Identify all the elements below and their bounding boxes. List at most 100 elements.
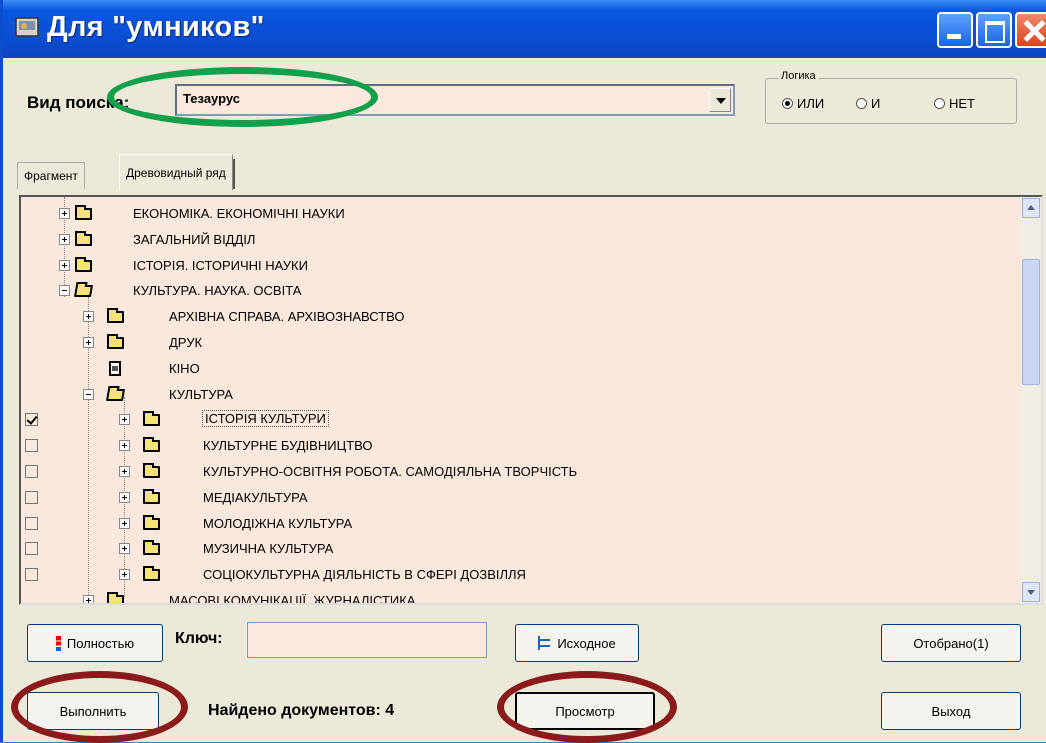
folder-icon <box>107 334 124 349</box>
expand-icon[interactable] <box>59 259 70 271</box>
logic-radio-or[interactable]: ИЛИ <box>782 96 824 111</box>
tree-item-label: КУЛЬТУРА. НАУКА. ОСВІТА <box>133 283 302 299</box>
tree-item-label: МАСОВІ КОМУНІКАЦІЇ. ЖУРНАЛІСТИКА <box>169 593 416 605</box>
thesaurus-tree[interactable]: ЕКОНОМІКА. ЕКОНОМІЧНІ НАУКИ ЗАГАЛЬНИЙ ВІД… <box>19 195 1043 605</box>
key-input[interactable] <box>247 622 487 658</box>
folder-icon <box>143 437 160 453</box>
tree-item-checkbox[interactable] <box>25 490 38 504</box>
tree-item[interactable]: КІНО <box>21 356 1011 382</box>
tree-icon <box>538 636 552 650</box>
folder-icon <box>143 488 160 504</box>
expand-icon[interactable] <box>59 233 70 245</box>
tree-item-label: МЕДІАКУЛЬТУРА <box>203 489 308 505</box>
scroll-thumb[interactable] <box>1022 259 1040 385</box>
tree-item-label: ЕКОНОМІКА. ЕКОНОМІЧНІ НАУКИ <box>133 206 345 221</box>
tree-item-label: МУЗИЧНА КУЛЬТУРА <box>203 541 334 557</box>
logic-radio-and[interactable]: И <box>856 96 880 111</box>
window-title: Для "умников" <box>47 11 265 43</box>
found-documents-label: Найдено документов: 4 <box>208 702 395 719</box>
expand-icon[interactable] <box>59 208 70 219</box>
app-window: Для "умников" Вид поиска: Тезаурус Логик… <box>0 0 1046 743</box>
tree-item[interactable]: ЗАГАЛЬНИЙ ВІДДІЛ <box>21 227 1011 253</box>
expand-icon[interactable] <box>119 414 130 426</box>
expand-icon[interactable] <box>119 543 130 555</box>
tree-item[interactable]: СОЦІОКУЛЬТУРНА ДІЯЛЬНІСТЬ В СФЕРІ ДОЗВІЛ… <box>21 562 1011 588</box>
tree-item-label: СОЦІОКУЛЬТУРНА ДІЯЛЬНІСТЬ В СФЕРІ ДОЗВІЛ… <box>203 567 526 583</box>
tree-item-label: МОЛОДІЖНА КУЛЬТУРА <box>203 515 353 531</box>
title-bar[interactable]: Для "умников" <box>3 0 1046 58</box>
tree-item[interactable]: КУЛЬТУРА <box>21 382 1011 408</box>
expand-all-button[interactable]: Полностью <box>27 624 163 662</box>
tree-item-label: ДРУК <box>169 335 203 350</box>
folder-icon <box>75 205 92 220</box>
expand-icon[interactable] <box>83 311 94 323</box>
expand-icon[interactable] <box>119 569 130 581</box>
scroll-down-button[interactable] <box>1022 582 1040 602</box>
expand-icon[interactable] <box>83 337 94 348</box>
folder-icon <box>143 411 160 427</box>
collapse-icon[interactable] <box>83 388 94 400</box>
tree-item-checkbox[interactable] <box>25 465 38 478</box>
tab-tree-view[interactable]: Древовидный ряд <box>119 154 235 190</box>
folder-icon <box>143 463 160 478</box>
expand-icon[interactable] <box>119 440 130 452</box>
logic-legend: Логика <box>778 70 819 82</box>
collapse-icon[interactable] <box>59 285 70 297</box>
key-label: Ключ: <box>175 630 223 647</box>
tree-item[interactable]: КУЛЬТУРНЕ БУДІВНИЦТВО <box>21 433 1011 459</box>
minimize-button[interactable] <box>937 12 973 48</box>
tree-item[interactable]: КУЛЬТУРНО-ОСВІТНЯ РОБОТА. САМОДІЯЛЬНА ТВ… <box>21 459 1011 485</box>
source-button[interactable]: Исходное <box>515 624 639 662</box>
tree-item-label: АРХІВНА СПРАВА. АРХІВОЗНАВСТВО <box>169 309 405 325</box>
tree-item-label: КУЛЬТУРНО-ОСВІТНЯ РОБОТА. САМОДІЯЛЬНА ТВ… <box>203 464 578 479</box>
tree-item-checkbox[interactable] <box>25 568 38 582</box>
folder-icon <box>143 514 160 530</box>
highlight-oval-execute <box>11 671 188 743</box>
maximize-button[interactable] <box>976 12 1012 48</box>
tree-item[interactable]: МАСОВІ КОМУНІКАЦІЇ. ЖУРНАЛІСТИКА <box>21 588 1011 605</box>
logic-option-label: И <box>871 96 881 111</box>
radio-dot[interactable] <box>934 98 945 109</box>
app-icon <box>15 17 39 37</box>
tree-item[interactable]: ІСТОРІЯ КУЛЬТУРИ <box>21 407 1011 433</box>
expand-icon[interactable] <box>83 595 94 603</box>
tree-item[interactable]: ІСТОРІЯ. ІСТОРИЧНІ НАУКИ <box>21 253 1011 279</box>
chevron-down-icon[interactable] <box>709 88 731 112</box>
tree-item-checkbox[interactable] <box>25 413 38 427</box>
tree-item-label: ІСТОРІЯ КУЛЬТУРИ <box>202 410 329 428</box>
tree-item[interactable]: ДРУК <box>21 330 1011 356</box>
tree-item[interactable]: КУЛЬТУРА. НАУКА. ОСВІТА <box>21 278 1011 304</box>
radio-dot[interactable] <box>782 98 793 109</box>
folder-icon <box>75 230 92 246</box>
logic-option-label: ИЛИ <box>797 96 825 111</box>
tree-item-checkbox[interactable] <box>25 542 38 556</box>
logic-radio-not[interactable]: НЕТ <box>934 96 975 111</box>
folder-icon <box>143 566 160 582</box>
tab-fragment[interactable]: Фрагмент <box>17 162 85 189</box>
logic-option-label: НЕТ <box>949 96 975 111</box>
tree-item[interactable]: МОЛОДІЖНА КУЛЬТУРА <box>21 511 1011 537</box>
logic-group: Логика ИЛИ И НЕТ <box>765 70 1017 124</box>
tree-item[interactable]: ЕКОНОМІКА. ЕКОНОМІЧНІ НАУКИ <box>21 201 1011 227</box>
tree-item[interactable]: МУЗИЧНА КУЛЬТУРА <box>21 536 1011 562</box>
vertical-scrollbar[interactable] <box>1021 197 1041 603</box>
tree-item-checkbox[interactable] <box>25 439 38 453</box>
expand-all-label: Полностью <box>66 635 135 651</box>
folder-icon <box>107 592 124 603</box>
exit-button[interactable]: Выход <box>881 692 1021 730</box>
scroll-up-button[interactable] <box>1022 198 1040 218</box>
expand-icon[interactable] <box>119 466 130 477</box>
expand-icon[interactable] <box>119 517 130 529</box>
radio-dot[interactable] <box>856 98 867 109</box>
folder-icon <box>75 256 92 272</box>
tree-item-label: ІСТОРІЯ. ІСТОРИЧНІ НАУКИ <box>133 257 308 273</box>
close-button[interactable] <box>1015 12 1046 48</box>
tree-item[interactable]: АРХІВНА СПРАВА. АРХІВОЗНАВСТВО <box>21 304 1011 330</box>
tree-item[interactable]: МЕДІАКУЛЬТУРА <box>21 485 1011 511</box>
expand-icon[interactable] <box>119 491 130 503</box>
selected-button[interactable]: Отобрано(1) <box>881 624 1021 662</box>
highlight-oval-view <box>497 671 677 743</box>
tree-item-checkbox[interactable] <box>25 516 38 530</box>
source-label: Исходное <box>557 635 616 651</box>
folder-icon <box>143 540 160 556</box>
